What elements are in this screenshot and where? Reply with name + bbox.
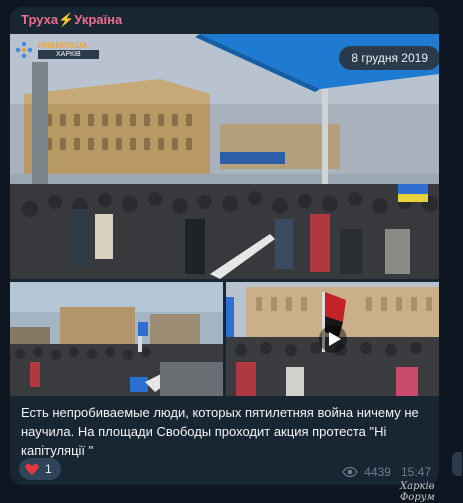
message-caption: Есть непробиваемые люди, которых пятилет… (21, 405, 419, 458)
message-bubble: Труха⚡Україна KHARKIV.UA ХАРКІВ 8 грудня… (10, 7, 439, 485)
share-button[interactable] (452, 452, 462, 476)
heart-icon (25, 463, 39, 475)
channel-name[interactable]: Труха⚡Україна (21, 12, 122, 28)
city-label: ХАРКІВ (38, 50, 99, 59)
logo-icon (15, 41, 33, 59)
reaction-chip[interactable]: 1 (19, 458, 61, 480)
message-meta: 4439 15:47 (342, 465, 431, 479)
photo-bottom-left[interactable] (10, 282, 223, 396)
photo-main[interactable]: KHARKIV.UA ХАРКІВ 8 грудня 2019 (10, 34, 439, 279)
reaction-count: 1 (45, 462, 52, 476)
source-logo: KHARKIV.UA ХАРКІВ (14, 40, 99, 60)
protest-photo-2 (10, 282, 223, 396)
video-bottom-right[interactable] (226, 282, 439, 396)
watermark: Харків Форум (400, 481, 435, 503)
message-time: 15:47 (400, 465, 431, 479)
date-badge: 8 грудня 2019 (339, 46, 439, 70)
eye-icon (342, 467, 358, 477)
play-icon[interactable] (318, 324, 348, 354)
logo-text: KHARKIV.UA (38, 41, 88, 50)
protest-scene-photo (10, 34, 439, 279)
views-count: 4439 (364, 465, 391, 479)
